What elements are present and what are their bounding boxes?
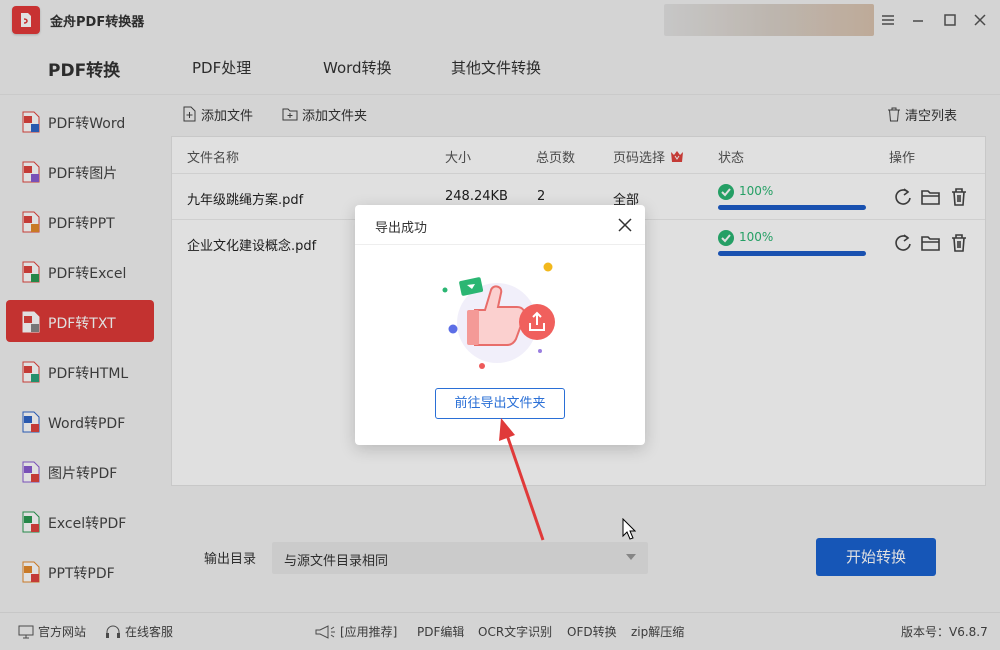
- export-success-dialog: 导出成功 前往导出文件夹: [355, 205, 645, 445]
- thumbs-up-illustration-icon: [442, 262, 555, 369]
- dialog-close-icon[interactable]: [615, 215, 635, 235]
- dialog-title: 导出成功: [375, 221, 428, 236]
- mouse-cursor-icon: [622, 518, 636, 540]
- dialog-header: 导出成功: [355, 205, 645, 245]
- go-to-export-folder-button[interactable]: 前往导出文件夹: [435, 388, 565, 419]
